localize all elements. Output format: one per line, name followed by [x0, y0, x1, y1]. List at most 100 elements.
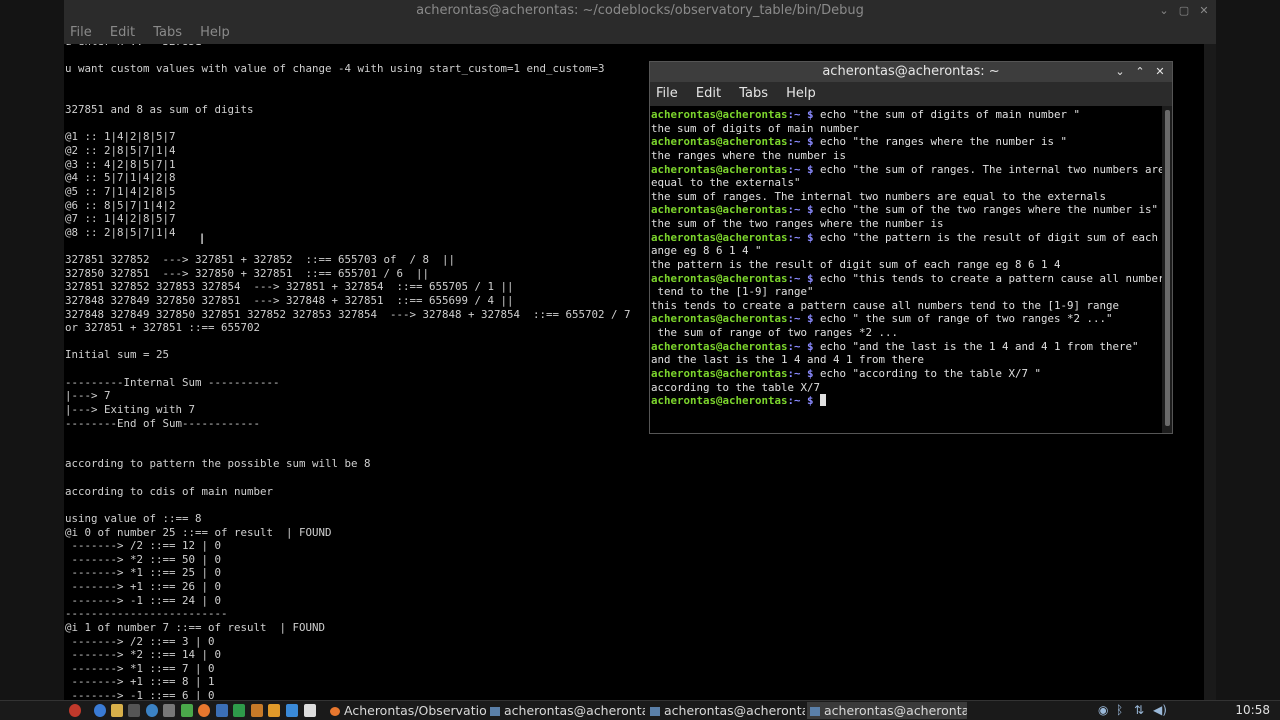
menu-file[interactable]: File	[70, 22, 92, 44]
calculator-icon[interactable]	[304, 704, 316, 717]
prompt-user: acherontas@acherontas	[651, 162, 788, 176]
task-terminal-2[interactable]: acherontas@acheronta..	[647, 702, 805, 719]
foreground-window-title-bar[interactable]: acherontas@acherontas: ~ ⌄ ⌃ ✕	[650, 62, 1172, 82]
terminal-line: 327850 327851 ---> 327850 + 327851 ::== …	[65, 266, 430, 280]
output-text: the sum of range of two ranges *2 ...	[651, 326, 899, 339]
raspberry-menu-icon[interactable]	[69, 704, 81, 717]
command-text: echo "this tends to create a pattern cau…	[820, 271, 1162, 285]
folder-icon[interactable]	[111, 704, 123, 717]
prompt-line: acherontas@acherontas:~ $ echo "and the …	[651, 340, 1162, 354]
output-line: ange eg 8 6 1 4 "	[651, 244, 1162, 258]
terminal-line: @5 :: 7|1|4|2|8|5	[65, 184, 176, 198]
prompt-path: :~ $	[787, 339, 821, 353]
output-text: tend to the [1-9] range"	[651, 285, 814, 299]
output-line: this tends to create a pattern cause all…	[651, 299, 1162, 313]
terminal-line: -------> *1 ::== 25 | 0	[65, 566, 222, 580]
background-window-title-bar[interactable]: acherontas@acherontas: ~/codeblocks/obse…	[64, 0, 1216, 22]
menu-tabs[interactable]: Tabs	[739, 82, 768, 106]
terminal-line: -------> /2 ::== 3 | 0	[65, 634, 215, 648]
maximize-icon[interactable]: ▢	[1174, 0, 1194, 22]
terminal-lines: acherontas@acherontas:~ $ echo "the sum …	[651, 108, 1162, 408]
app-grid-icon[interactable]	[181, 704, 193, 717]
terminal-line: or 327851 + 327851 ::== 655702	[65, 321, 261, 335]
prompt-path: :~ $	[787, 203, 821, 217]
prompt-path: :~ $	[787, 230, 821, 244]
spreadsheet-icon[interactable]	[233, 704, 245, 717]
terminal-line: 327848 327849 327850 327851 ---> 327848 …	[65, 293, 514, 307]
terminal-line: ---------Internal Sum -----------	[65, 375, 280, 389]
prompt-line: acherontas@acherontas:~ $	[651, 394, 1162, 408]
terminal-launcher-icon[interactable]	[128, 704, 140, 717]
settings-icon[interactable]	[146, 704, 158, 717]
terminal-icon	[650, 707, 660, 716]
accessibility-icon[interactable]: ◉	[1098, 703, 1108, 717]
terminal-line: -------> *1 ::== 7 | 0	[65, 661, 215, 675]
output-text: the ranges where the number is	[651, 148, 847, 162]
close-icon[interactable]: ✕	[1150, 62, 1170, 82]
menu-file[interactable]: File	[656, 82, 678, 106]
prompt-path: :~ $	[787, 312, 821, 326]
prompt-user: acherontas@acherontas	[651, 203, 788, 217]
output-line: the ranges where the number is	[651, 149, 1162, 163]
document-icon[interactable]	[216, 704, 228, 717]
output-line: the sum of range of two ranges *2 ...	[651, 326, 1162, 340]
output-text: the sum of digits of main number	[651, 121, 860, 135]
command-text: echo "the sum of digits of main number "	[820, 108, 1081, 121]
task-label: acherontas@acheronta..	[824, 703, 967, 718]
terminal-line: Initial sum = 25	[65, 348, 170, 362]
menu-edit[interactable]: Edit	[110, 22, 135, 44]
presentation-icon[interactable]	[251, 704, 263, 717]
task-firefox[interactable]: Acherontas/Observatio..	[327, 702, 487, 719]
task-terminal-1[interactable]: acherontas@acheronta..	[487, 702, 645, 719]
prompt-path: :~ $	[787, 271, 821, 285]
minimize-icon[interactable]: ⌄	[1154, 0, 1174, 22]
task-terminal-3[interactable]: acherontas@acheronta..	[807, 702, 967, 719]
output-text: this tends to create a pattern cause all…	[651, 298, 1120, 312]
maximize-icon[interactable]: ⌃	[1130, 62, 1150, 82]
screen-icon[interactable]	[163, 704, 175, 717]
terminal-line: u want custom values with value of chang…	[65, 62, 605, 76]
text-cursor-icon: I	[200, 232, 205, 248]
prompt-user: acherontas@acherontas	[651, 271, 788, 285]
prompt-path: :~ $	[787, 394, 821, 408]
prompt-user: acherontas@acherontas	[651, 135, 788, 149]
terminal-line: @i 0 of number 25 ::== of result | FOUND	[65, 525, 332, 539]
terminal-line: 327851 and 8 as sum of digits	[65, 103, 254, 117]
vlc-icon[interactable]	[268, 704, 280, 717]
output-line: and the last is the 1 4 and 4 1 from the…	[651, 353, 1162, 367]
browser-icon[interactable]	[94, 704, 106, 717]
draw-icon[interactable]	[286, 704, 298, 717]
menu-edit[interactable]: Edit	[696, 82, 721, 106]
firefox-launcher-icon[interactable]	[198, 704, 210, 717]
background-scrollbar[interactable]	[1204, 44, 1216, 700]
terminal-line: @7 :: 1|4|2|8|5|7	[65, 212, 176, 226]
task-label: acherontas@acheronta..	[664, 703, 805, 718]
output-line: equal to the externals"	[651, 176, 1162, 190]
menu-help[interactable]: Help	[200, 22, 230, 44]
prompt-user: acherontas@acherontas	[651, 108, 788, 121]
prompt-line: acherontas@acherontas:~ $ echo "accordin…	[651, 367, 1162, 381]
output-line: according to the table X/7	[651, 381, 1162, 395]
prompt-path: :~ $	[787, 366, 821, 380]
terminal-line: --------End of Sum------------	[65, 416, 261, 430]
menu-tabs[interactable]: Tabs	[153, 22, 182, 44]
scrollbar-thumb[interactable]	[1165, 110, 1170, 426]
network-icon[interactable]: ⇅	[1134, 703, 1144, 717]
foreground-terminal-output[interactable]: acherontas@acherontas:~ $ echo "the sum …	[650, 106, 1162, 433]
menu-help[interactable]: Help	[786, 82, 816, 106]
close-icon[interactable]: ✕	[1194, 0, 1214, 22]
terminal-line: 327851 327852 327853 327854 ---> 327851 …	[65, 280, 514, 294]
minimize-icon[interactable]: ⌄	[1110, 62, 1130, 82]
terminal-icon	[810, 707, 820, 716]
output-line: the sum of the two ranges where the numb…	[651, 217, 1162, 231]
prompt-user: acherontas@acherontas	[651, 312, 788, 326]
volume-icon[interactable]: ◀)	[1153, 703, 1167, 717]
bluetooth-icon[interactable]: ᛒ	[1116, 703, 1123, 717]
